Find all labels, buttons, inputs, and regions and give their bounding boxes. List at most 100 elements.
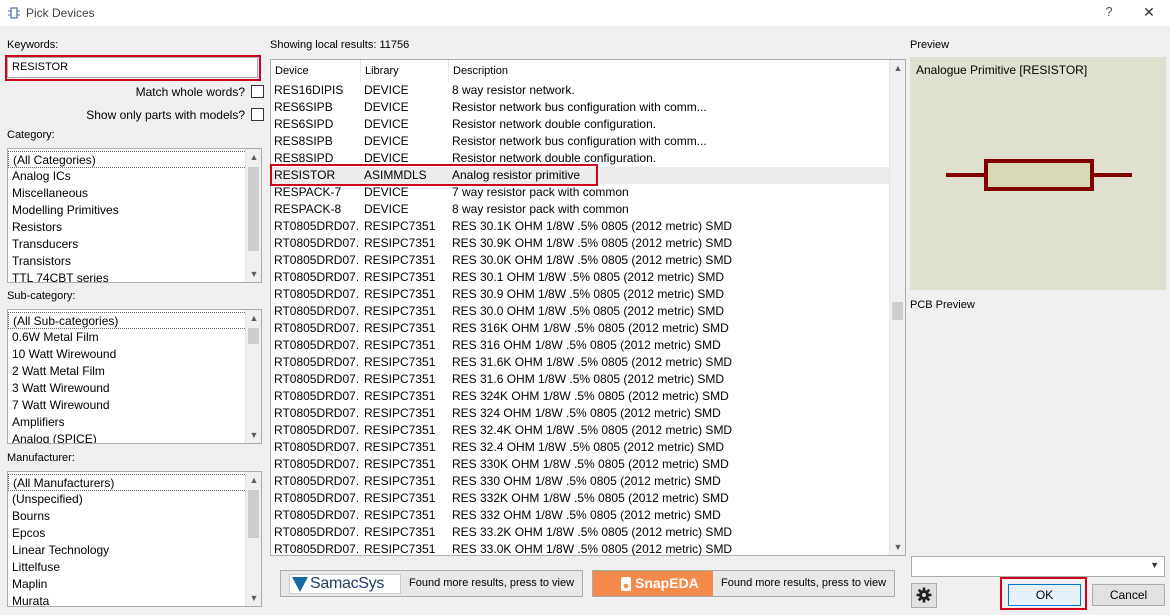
snapeda-logo: SnapEDA <box>593 571 713 596</box>
manufacturer-scrollbar[interactable]: ▲ ▼ <box>245 472 261 606</box>
table-row[interactable]: RT0805DRD07... RESIPC7351 RES 316K OHM 1/8… <box>271 320 889 337</box>
subcategory-list-item[interactable]: 3 Watt Wirewound <box>8 380 261 397</box>
table-row[interactable]: RT0805DRD07... RESIPC7351 RES 330K OHM 1/8… <box>271 456 889 473</box>
category-list-item[interactable]: Modelling Primitives <box>8 202 261 219</box>
scroll-up-icon[interactable]: ▲ <box>246 472 261 488</box>
results-table[interactable]: Device Library Description RES16DIPIS DEV… <box>270 59 906 556</box>
table-row[interactable]: RT0805DRD07... RESIPC7351 RES 324K OHM 1/8… <box>271 388 889 405</box>
category-list-item[interactable]: Miscellaneous <box>8 185 261 202</box>
library-cell: RESIPC7351 <box>364 440 436 454</box>
manufacturer-list[interactable]: (All Manufacturers) (Unspecified) Bourns Ep… <box>7 471 262 607</box>
table-row[interactable]: RT0805DRD07... RESIPC7351 RES 324 OHM 1/8W… <box>271 405 889 422</box>
library-cell: RESIPC7351 <box>364 542 436 556</box>
scroll-down-icon[interactable]: ▼ <box>246 266 261 282</box>
table-row[interactable]: RT0805DRD07... RESIPC7351 RES 31.6K OHM 1/… <box>271 354 889 371</box>
table-row[interactable]: RT0805DRD07... RESIPC7351 RES 30.0K OHM 1/… <box>271 252 889 269</box>
manufacturer-list-item[interactable]: (All Manufacturers) <box>8 474 261 491</box>
subcategory-list-item[interactable]: Amplifiers <box>8 414 261 431</box>
device-cell: RT0805DRD07... <box>274 491 358 505</box>
match-whole-words-checkbox[interactable] <box>251 85 264 98</box>
column-library[interactable]: Library <box>361 60 449 82</box>
subcategory-list-item[interactable]: 7 Watt Wirewound <box>8 397 261 414</box>
manufacturer-list-item[interactable]: Bourns <box>8 508 261 525</box>
close-button[interactable]: ✕ <box>1138 2 1160 22</box>
manufacturer-list-item[interactable]: Maplin <box>8 576 261 593</box>
table-row[interactable]: RESPACK-8 DEVICE 8 way resistor pack with … <box>271 201 889 218</box>
manufacturer-list-item[interactable]: Littelfuse <box>8 559 261 576</box>
scroll-down-icon[interactable]: ▼ <box>246 590 261 606</box>
category-list-item[interactable]: TTL 74CBT series <box>8 270 261 282</box>
subcategory-list-item[interactable]: 10 Watt Wirewound <box>8 346 261 363</box>
category-list[interactable]: (All Categories) Analog ICs Miscellaneous M… <box>7 148 262 283</box>
description-cell: RES 31.6K OHM 1/8W .5% 0805 (2012 metric… <box>452 355 733 369</box>
table-row[interactable]: RT0805DRD07... RESIPC7351 RES 32.4K OHM 1/… <box>271 422 889 439</box>
subcategory-scrollbar[interactable]: ▲ ▼ <box>245 310 261 443</box>
table-row[interactable]: RT0805DRD07... RESIPC7351 RES 33.2K OHM 1/… <box>271 524 889 541</box>
manufacturer-list-item[interactable]: Murata <box>8 593 261 606</box>
scroll-up-icon[interactable]: ▲ <box>890 60 906 76</box>
library-cell: DEVICE <box>364 100 409 114</box>
samacsys-button[interactable]: SamacSys Found more results, press to vi… <box>280 570 583 597</box>
description-cell: RES 32.4 OHM 1/8W .5% 0805 (2012 metric)… <box>452 440 725 454</box>
scroll-thumb[interactable] <box>892 302 903 320</box>
category-list-item[interactable]: (All Categories) <box>8 151 261 168</box>
table-row[interactable]: RT0805DRD07... RESIPC7351 RES 31.6 OHM 1/8… <box>271 371 889 388</box>
table-row[interactable]: RT0805DRD07... RESIPC7351 RES 332 OHM 1/8W… <box>271 507 889 524</box>
scroll-thumb[interactable] <box>248 328 259 344</box>
manufacturer-list-item[interactable]: (Unspecified) <box>8 491 261 508</box>
table-row[interactable]: RT0805DRD07... RESIPC7351 RES 33.0K OHM 1/… <box>271 541 889 558</box>
help-button[interactable]: ? <box>1100 2 1118 22</box>
device-cell: RES6SIPD <box>274 117 334 131</box>
library-cell: RESIPC7351 <box>364 389 436 403</box>
table-row[interactable]: RT0805DRD07... RESIPC7351 RES 316 OHM 1/8W… <box>271 337 889 354</box>
column-description[interactable]: Description <box>449 60 889 82</box>
table-row[interactable]: RES6SIPD DEVICE Resistor network double co… <box>271 116 889 133</box>
subcategory-list-item[interactable]: Analog (SPICE) <box>8 431 261 443</box>
table-row[interactable]: RT0805DRD07... RESIPC7351 RES 30.9 OHM 1/8… <box>271 286 889 303</box>
scroll-up-icon[interactable]: ▲ <box>246 310 261 326</box>
subcategory-list-item[interactable]: 0.6W Metal Film <box>8 329 261 346</box>
manufacturer-list-item[interactable]: Linear Technology <box>8 542 261 559</box>
manufacturer-list-item[interactable]: Epcos <box>8 525 261 542</box>
table-row[interactable]: RES6SIPB DEVICE Resistor network bus confi… <box>271 99 889 116</box>
table-row[interactable]: RES16DIPIS DEVICE 8 way resistor network. <box>271 82 889 99</box>
scroll-thumb[interactable] <box>248 490 259 538</box>
show-only-models-checkbox[interactable] <box>251 108 264 121</box>
app-icon <box>8 7 20 19</box>
subcategory-list-item[interactable]: (All Sub-categories) <box>8 312 261 329</box>
cancel-button[interactable]: Cancel <box>1092 584 1165 606</box>
settings-button[interactable] <box>911 583 937 608</box>
subcategory-list[interactable]: (All Sub-categories) 0.6W Metal Film 10 Wa… <box>7 309 262 444</box>
library-cell: RESIPC7351 <box>364 372 436 386</box>
category-list-item[interactable]: Analog ICs <box>8 168 261 185</box>
table-row[interactable]: RES8SIPB DEVICE Resistor network bus confi… <box>271 133 889 150</box>
scroll-up-icon[interactable]: ▲ <box>246 149 261 165</box>
category-scrollbar[interactable]: ▲ ▼ <box>245 149 261 282</box>
table-row[interactable]: RT0805DRD07... RESIPC7351 RES 330 OHM 1/8W… <box>271 473 889 490</box>
device-cell: RT0805DRD07... <box>274 236 358 250</box>
table-row[interactable]: RT0805DRD07... RESIPC7351 RES 30.0 OHM 1/8… <box>271 303 889 320</box>
results-scrollbar[interactable]: ▲ ▼ <box>889 60 905 555</box>
table-row[interactable]: RT0805DRD07... RESIPC7351 RES 30.1 OHM 1/8… <box>271 269 889 286</box>
subcategory-list-item[interactable]: 2 Watt Metal Film <box>8 363 261 380</box>
table-row[interactable]: RT0805DRD07... RESIPC7351 RES 30.9K OHM 1/… <box>271 235 889 252</box>
library-cell: RESIPC7351 <box>364 474 436 488</box>
package-dropdown[interactable]: ▼ <box>911 556 1165 577</box>
description-cell: RES 30.1K OHM 1/8W .5% 0805 (2012 metric… <box>452 219 733 233</box>
keywords-label: Keywords: <box>7 39 59 51</box>
table-row[interactable]: RT0805DRD07... RESIPC7351 RES 332K OHM 1/8… <box>271 490 889 507</box>
table-row[interactable]: RESPACK-7 DEVICE 7 way resistor pack with … <box>271 184 889 201</box>
scroll-down-icon[interactable]: ▼ <box>246 427 261 443</box>
table-row[interactable]: RT0805DRD07... RESIPC7351 RES 30.1K OHM 1/… <box>271 218 889 235</box>
column-device[interactable]: Device <box>271 60 361 82</box>
ok-button[interactable]: OK <box>1008 584 1081 606</box>
device-cell: RT0805DRD07... <box>274 338 358 352</box>
table-row[interactable]: RT0805DRD07... RESIPC7351 RES 32.4 OHM 1/8… <box>271 439 889 456</box>
category-list-item[interactable]: Transducers <box>8 236 261 253</box>
scroll-down-icon[interactable]: ▼ <box>890 539 906 555</box>
subcategory-label: Sub-category: <box>7 290 76 302</box>
category-list-item[interactable]: Resistors <box>8 219 261 236</box>
category-list-item[interactable]: Transistors <box>8 253 261 270</box>
scroll-thumb[interactable] <box>248 167 259 251</box>
snapeda-button[interactable]: SnapEDA Found more results, press to vie… <box>592 570 895 597</box>
